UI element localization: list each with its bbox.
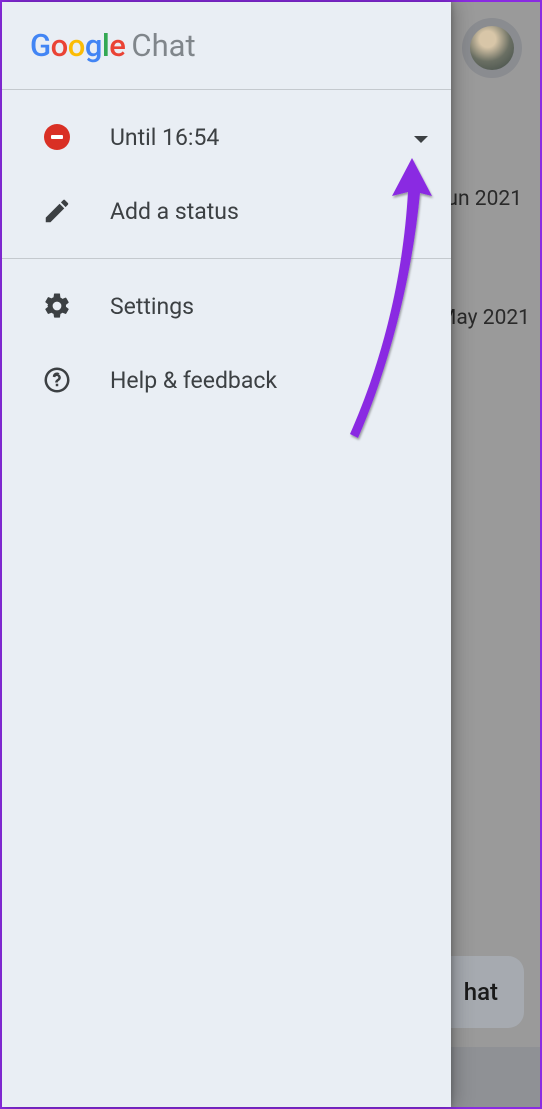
add-status-label: Add a status — [110, 198, 239, 225]
help-feedback-row[interactable]: Help & feedback — [2, 343, 451, 417]
dnd-status-row[interactable]: Until 16:54 — [2, 100, 451, 174]
settings-label: Settings — [110, 293, 194, 320]
gear-icon — [40, 291, 74, 321]
add-status-row[interactable]: Add a status — [2, 174, 451, 248]
avatar-image — [470, 26, 514, 70]
app-title: Chat — [131, 27, 195, 64]
navigation-drawer: Google Chat Until 16:54 Add a status Set… — [2, 2, 451, 1107]
google-logo: Google — [30, 27, 125, 64]
drawer-header: Google Chat — [2, 2, 451, 90]
avatar[interactable] — [462, 18, 522, 78]
pencil-icon — [40, 196, 74, 226]
help-feedback-label: Help & feedback — [110, 367, 277, 394]
conversation-date: May 2021 — [438, 306, 530, 330]
dnd-status-label: Until 16:54 — [110, 124, 219, 151]
settings-row[interactable]: Settings — [2, 269, 451, 343]
do-not-disturb-icon — [40, 124, 74, 150]
chevron-down-icon[interactable] — [413, 124, 429, 151]
help-icon — [40, 365, 74, 395]
